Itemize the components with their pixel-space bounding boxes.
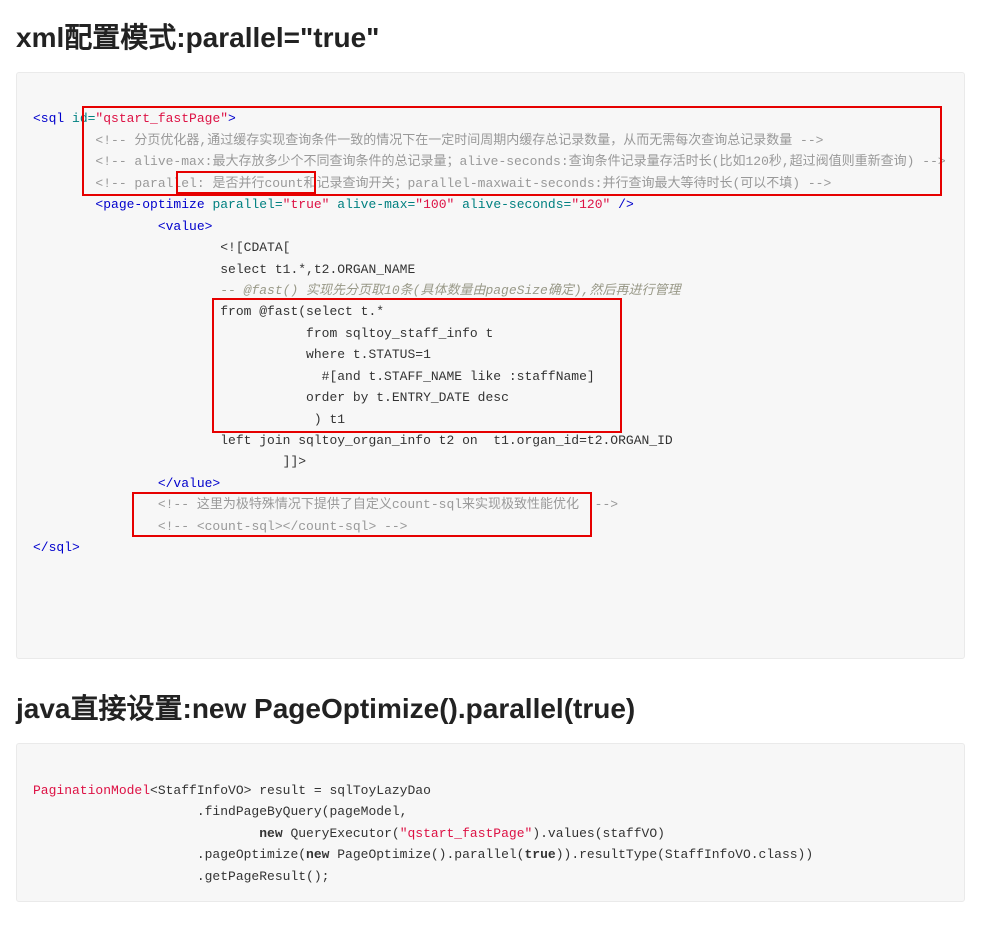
tag-value-open: <value> <box>158 219 213 234</box>
sql-line-6: order by t.ENTRY_DATE desc <box>220 390 509 405</box>
val-alive-seconds: "120" <box>571 197 618 212</box>
java-l3-pad <box>33 826 259 841</box>
xml-comment-4: <!-- 这里为极特殊情况下提供了自定义count-sql来实现极致性能优化 -… <box>158 497 618 512</box>
java-type-pagination: PaginationModel <box>33 783 150 798</box>
val-parallel: "true" <box>283 197 338 212</box>
java-l3-b: QueryExecutor( <box>283 826 400 841</box>
xml-comment-3: <!-- parallel: 是否并行count和记录查询开关；parallel… <box>95 176 831 191</box>
java-l1-rest: <StaffInfoVO> result = sqlToyLazyDao <box>150 783 431 798</box>
xml-comment-2: <!-- alive-max:最大存放多少个不同查询条件的总记录量；alive-… <box>95 154 945 169</box>
java-code-block: PaginationModel<StaffInfoVO> result = sq… <box>16 743 965 902</box>
java-kw-true: true <box>525 847 556 862</box>
sql-comment: -- @fast() 实现先分页取10条(具体数量由pageSize确定),然后… <box>220 283 680 298</box>
tag-po-close: /> <box>618 197 634 212</box>
java-l3-c: ).values(staffVO) <box>532 826 665 841</box>
xml-comment-5: <!-- <count-sql></count-sql> --> <box>158 519 408 534</box>
tag-value-close: </value> <box>158 476 220 491</box>
java-kw-new-1: new <box>259 826 282 841</box>
attr-id: id= <box>72 111 95 126</box>
val-alive-max: "100" <box>415 197 462 212</box>
cdata-close: ]]> <box>283 454 306 469</box>
sql-line-1: select t1.*,t2.ORGAN_NAME <box>220 262 415 277</box>
java-l4-b: PageOptimize().parallel( <box>329 847 524 862</box>
xml-code-block: <sql id="qstart_fastPage"> <!-- 分页优化器,通过… <box>16 72 965 659</box>
val-id: "qstart_fastPage" <box>95 111 228 126</box>
heading-xml-config: xml配置模式:parallel="true" <box>16 16 965 56</box>
sql-line-3: from sqltoy_staff_info t <box>220 326 493 341</box>
java-l4-c: )).resultType(StaffInfoVO.class)) <box>556 847 813 862</box>
attr-alive-seconds: alive-seconds= <box>462 197 571 212</box>
sql-line-4: where t.STATUS=1 <box>220 347 431 362</box>
tag-sql-close: </sql> <box>33 540 80 555</box>
tag-close: > <box>228 111 236 126</box>
java-l4-a: .pageOptimize( <box>33 847 306 862</box>
sql-line-8: left join sqltoy_organ_info t2 on t1.org… <box>220 433 672 448</box>
tag-sql-open: <sql <box>33 111 72 126</box>
java-str-qe: "qstart_fastPage" <box>400 826 533 841</box>
java-kw-new-2: new <box>306 847 329 862</box>
cdata-open: <![CDATA[ <box>220 240 290 255</box>
sql-line-7: ) t1 <box>220 412 345 427</box>
attr-parallel: parallel= <box>212 197 282 212</box>
sql-line-2: from @fast(select t.* <box>220 304 384 319</box>
attr-alive-max: alive-max= <box>337 197 415 212</box>
sql-line-5: #[and t.STAFF_NAME like :staffName] <box>220 369 594 384</box>
xml-comment-1: <!-- 分页优化器,通过缓存实现查询条件一致的情况下在一定时间周期内缓存总记录… <box>95 133 823 148</box>
tag-page-optimize: <page-optimize <box>95 197 212 212</box>
heading-java-config: java直接设置:new PageOptimize().parallel(tru… <box>16 687 965 727</box>
java-l2: .findPageByQuery(pageModel, <box>33 804 407 819</box>
java-l5: .getPageResult(); <box>33 869 329 884</box>
